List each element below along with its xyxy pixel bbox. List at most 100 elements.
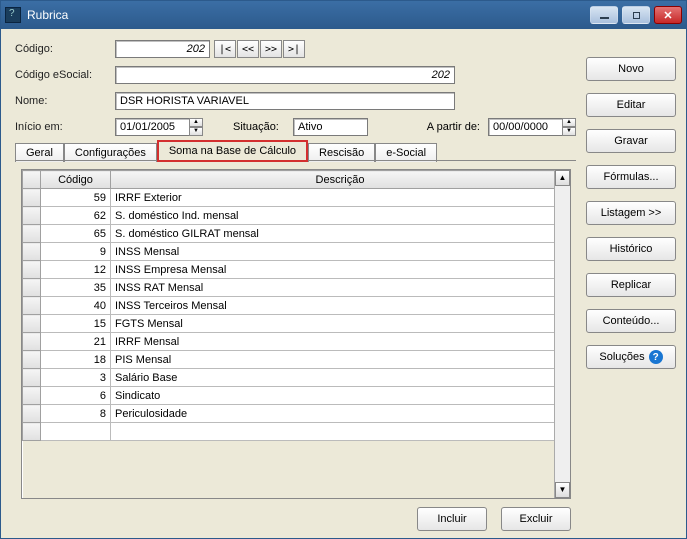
table-row[interactable]: 9INSS Mensal (23, 243, 570, 261)
gravar-button[interactable]: Gravar (586, 129, 676, 153)
cell-descricao[interactable]: INSS Mensal (111, 243, 570, 261)
cell-codigo[interactable]: 65 (41, 225, 111, 243)
cell-descricao[interactable]: IRRF Mensal (111, 333, 570, 351)
codigo-label: Código: (15, 43, 115, 55)
solucoes-button[interactable]: Soluções ? (586, 345, 676, 369)
cell-codigo[interactable]: 18 (41, 351, 111, 369)
cell-codigo[interactable]: 6 (41, 387, 111, 405)
spin-down-icon[interactable]: ▼ (189, 127, 203, 136)
cell-descricao[interactable]: S. doméstico Ind. mensal (111, 207, 570, 225)
spin-up-icon[interactable]: ▲ (189, 118, 203, 127)
cell-codigo[interactable]: 15 (41, 315, 111, 333)
apartir-label: A partir de: (418, 121, 488, 133)
titlebar[interactable]: Rubrica ✕ (1, 1, 686, 29)
cell-codigo[interactable]: 12 (41, 261, 111, 279)
col-header-descricao[interactable]: Descrição (111, 171, 570, 189)
editar-button[interactable]: Editar (586, 93, 676, 117)
scroll-down-icon[interactable]: ▼ (555, 482, 570, 498)
cell-descricao[interactable]: IRRF Exterior (111, 189, 570, 207)
scroll-up-icon[interactable]: ▲ (555, 170, 570, 186)
close-button[interactable]: ✕ (654, 6, 682, 24)
row-header[interactable] (23, 387, 41, 405)
cell-codigo[interactable]: 9 (41, 243, 111, 261)
row-header[interactable] (23, 279, 41, 297)
nav-prev-button[interactable]: << (237, 40, 259, 58)
inicio-field[interactable]: 01/01/2005 (115, 118, 190, 136)
table-row[interactable]: 18PIS Mensal (23, 351, 570, 369)
cell-descricao[interactable]: INSS RAT Mensal (111, 279, 570, 297)
nav-last-button[interactable]: >| (283, 40, 305, 58)
row-header[interactable] (23, 369, 41, 387)
help-icon: ? (649, 350, 663, 364)
novo-button[interactable]: Novo (586, 57, 676, 81)
cell-codigo[interactable]: 62 (41, 207, 111, 225)
col-header-codigo[interactable]: Código (41, 171, 111, 189)
tab-soma-base-calculo[interactable]: Soma na Base de Cálculo (157, 140, 308, 162)
row-header[interactable] (23, 261, 41, 279)
maximize-button[interactable] (622, 6, 650, 24)
formulas-button[interactable]: Fórmulas... (586, 165, 676, 189)
listagem-button[interactable]: Listagem >> (586, 201, 676, 225)
cell-descricao[interactable]: PIS Mensal (111, 351, 570, 369)
replicar-button[interactable]: Replicar (586, 273, 676, 297)
minimize-button[interactable] (590, 6, 618, 24)
incluir-button[interactable]: Incluir (417, 507, 487, 531)
row-header[interactable] (23, 297, 41, 315)
row-header[interactable] (23, 351, 41, 369)
cell-descricao[interactable]: INSS Empresa Mensal (111, 261, 570, 279)
cell-descricao[interactable]: S. doméstico GILRAT mensal (111, 225, 570, 243)
conteudo-button[interactable]: Conteúdo... (586, 309, 676, 333)
row-header[interactable] (23, 225, 41, 243)
apartir-spinner[interactable]: ▲ ▼ (562, 118, 576, 136)
situacao-label: Situação: (233, 121, 293, 133)
row-header (23, 423, 41, 441)
spin-down-icon[interactable]: ▼ (562, 127, 576, 136)
cell-descricao[interactable]: Salário Base (111, 369, 570, 387)
cell-codigo[interactable]: 35 (41, 279, 111, 297)
table-row[interactable]: 15FGTS Mensal (23, 315, 570, 333)
row-header[interactable] (23, 243, 41, 261)
table-row[interactable]: 6Sindicato (23, 387, 570, 405)
table-row[interactable]: 62S. doméstico Ind. mensal (23, 207, 570, 225)
cell-descricao[interactable]: Periculosidade (111, 405, 570, 423)
apartir-field[interactable]: 00/00/0000 (488, 118, 563, 136)
codigo-field[interactable]: 202 (115, 40, 210, 58)
historico-button[interactable]: Histórico (586, 237, 676, 261)
inicio-spinner[interactable]: ▲ ▼ (189, 118, 203, 136)
window-rubrica: Rubrica ✕ Código: 202 |< << >> >| Código… (0, 0, 687, 539)
scroll-track[interactable] (555, 186, 570, 482)
grid-corner (23, 171, 41, 189)
cell-codigo[interactable]: 21 (41, 333, 111, 351)
row-header[interactable] (23, 333, 41, 351)
row-header[interactable] (23, 405, 41, 423)
inicio-label: Início em: (15, 121, 115, 133)
cell-descricao[interactable]: INSS Terceiros Mensal (111, 297, 570, 315)
grid-container: Código Descrição 59IRRF Exterior62S. dom… (21, 169, 571, 499)
grid-scrollbar[interactable]: ▲ ▼ (554, 170, 570, 498)
table-row[interactable]: 35INSS RAT Mensal (23, 279, 570, 297)
row-header[interactable] (23, 315, 41, 333)
cell-codigo[interactable]: 59 (41, 189, 111, 207)
table-row[interactable]: 21IRRF Mensal (23, 333, 570, 351)
table-row[interactable]: 59IRRF Exterior (23, 189, 570, 207)
table-row[interactable]: 40INSS Terceiros Mensal (23, 297, 570, 315)
cell-descricao[interactable]: Sindicato (111, 387, 570, 405)
nav-next-button[interactable]: >> (260, 40, 282, 58)
situacao-field[interactable]: Ativo (293, 118, 368, 136)
excluir-button[interactable]: Excluir (501, 507, 571, 531)
cell-descricao[interactable]: FGTS Mensal (111, 315, 570, 333)
table-row[interactable]: 65S. doméstico GILRAT mensal (23, 225, 570, 243)
esocial-field[interactable]: 202 (115, 66, 455, 84)
cell-codigo[interactable]: 8 (41, 405, 111, 423)
row-header[interactable] (23, 189, 41, 207)
cell-codigo[interactable]: 40 (41, 297, 111, 315)
table-row[interactable]: 3Salário Base (23, 369, 570, 387)
nome-field[interactable]: DSR HORISTA VARIAVEL (115, 92, 455, 110)
table-row[interactable]: 12INSS Empresa Mensal (23, 261, 570, 279)
table-row[interactable]: 8Periculosidade (23, 405, 570, 423)
nav-first-button[interactable]: |< (214, 40, 236, 58)
row-header[interactable] (23, 207, 41, 225)
cell-codigo[interactable]: 3 (41, 369, 111, 387)
grid-table[interactable]: Código Descrição 59IRRF Exterior62S. dom… (22, 170, 570, 441)
spin-up-icon[interactable]: ▲ (562, 118, 576, 127)
